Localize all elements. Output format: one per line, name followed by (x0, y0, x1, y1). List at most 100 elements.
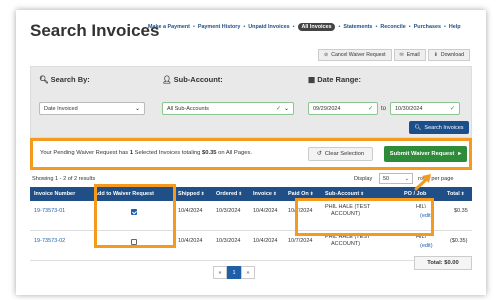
download-icon: ⬇ (433, 52, 438, 58)
invoice-number-link[interactable]: 19-73573-02 (34, 238, 65, 245)
nav-unpaid-invoices[interactable]: Unpaid Invoices (248, 24, 289, 30)
check-icon: ✓ (449, 106, 455, 112)
sub-account-line-1: PHIL HALE (TEST (325, 234, 371, 240)
po-edit-link[interactable]: (edit) (420, 213, 433, 220)
nav-all-invoices[interactable]: All Invoices (297, 23, 336, 31)
arrow-pointer-icon (414, 174, 431, 191)
nav-purchases[interactable]: Purchases (414, 24, 441, 30)
cancel-waiver-button[interactable]: ⊘ Cancel Waiver Request (318, 49, 392, 61)
pending-waiver-message: Your Pending Waiver Request has 1 Select… (40, 150, 252, 156)
pending-waiver-banner: Your Pending Waiver Request has 1 Select… (30, 138, 472, 170)
page-title: Search Invoices (30, 21, 160, 40)
col-sub-account[interactable]: Sub-Account ⬍ (325, 187, 364, 201)
sort-icon: ⬍ (360, 191, 365, 196)
action-toolbar: ⊘ Cancel Waiver Request ✉ Email ⬇ Downlo… (318, 49, 470, 61)
nav-make-payment[interactable]: Make a Payment (148, 24, 190, 30)
table-row: 19-73573-01 10/4/2024 10/3/2024 10/4/202… (30, 201, 472, 231)
sort-icon: ⬍ (200, 191, 205, 196)
chevron-down-icon: ⌄ (134, 106, 140, 112)
invoice-total: $0.35 (454, 208, 468, 214)
nav-statements[interactable]: Statements (343, 24, 372, 30)
date-from-field[interactable]: 09/29/2024 ✓ (308, 102, 378, 115)
nav-separator: • (243, 24, 246, 30)
pager-page-1[interactable]: 1 (227, 266, 241, 279)
date-to-field[interactable]: 10/30/2024 ✓ (390, 102, 460, 115)
col-paid-on-label: Paid On (288, 191, 309, 197)
ban-icon: ⊘ (324, 52, 329, 58)
table-header: Invoice Number Add to Waiver Request Shi… (30, 187, 472, 201)
pending-amount: $0.35 (202, 150, 217, 156)
waiver-checkbox[interactable] (131, 209, 137, 215)
invoice-date: 10/4/2024 (253, 208, 278, 214)
col-total-label: Total (447, 191, 460, 197)
nav-separator: • (443, 24, 446, 30)
download-label: Download (440, 52, 464, 58)
search-by-label: 🔍︎ Search By: (39, 75, 90, 84)
email-label: Email (406, 52, 420, 58)
sort-icon: ⬍ (309, 191, 314, 196)
nav-reconcile[interactable]: Reconcile (380, 24, 405, 30)
col-ordered-label: Ordered (216, 191, 238, 197)
chevron-down-icon: ⌄ (404, 175, 409, 182)
filter-panel: 🔍︎ Search By: Date Invoiced ⌄ 👤︎ Sub-Acc… (30, 66, 472, 138)
caret-right-icon: ▸ (458, 151, 462, 157)
check-icon: ✓ (275, 106, 281, 112)
waiver-checkbox[interactable] (131, 239, 137, 245)
sort-icon: ⬍ (460, 191, 465, 196)
date-to-separator: to (381, 106, 387, 112)
sub-account-text: Sub-Account: (173, 75, 223, 84)
sub-account-name: PHIL HALE (TEST ACCOUNT) (325, 204, 370, 218)
search-by-value: Date Invoiced (44, 105, 78, 112)
date-range-text: Date Range: (317, 75, 361, 84)
invoice-date: 10/4/2024 (253, 238, 278, 244)
po-edit-link[interactable]: (edit) (420, 243, 433, 250)
col-invoice-number[interactable]: Invoice Number (34, 187, 75, 201)
col-sub-account-label: Sub-Account (325, 191, 360, 197)
nav-separator: • (338, 24, 341, 30)
email-button[interactable]: ✉ Email (393, 49, 426, 61)
date-range-label: ▦ Date Range: (308, 75, 361, 84)
search-by-select[interactable]: Date Invoiced ⌄ (39, 102, 145, 115)
search-invoices-button[interactable]: 🔍︎ Search Invoices (409, 121, 469, 134)
pending-middle: Selected Invoices totaling (133, 150, 203, 156)
results-summary: Showing 1 - 2 of 2 results (32, 176, 96, 182)
clear-selection-button[interactable]: ↺ Clear Selection (308, 147, 373, 161)
col-invoice-number-label: Invoice Number (34, 191, 76, 197)
user-icon: 👤︎ (162, 75, 172, 84)
shipped-date: 10/4/2024 (178, 208, 203, 214)
pager-prev[interactable]: « (213, 266, 227, 279)
pager-next[interactable]: » (241, 266, 255, 279)
search-invoices-label: Search Invoices (424, 124, 464, 131)
nav-payment-history[interactable]: Payment History (198, 24, 241, 30)
invoice-number-link[interactable]: 19-73573-01 (34, 208, 65, 215)
col-ordered[interactable]: Ordered ⬍ (216, 187, 242, 201)
search-icon: 🔍︎ (414, 124, 422, 131)
submit-waiver-button[interactable]: Submit Waiver Request ▸ (384, 146, 467, 162)
nav-separator: • (408, 24, 411, 30)
rows-per-page-value: 50 (383, 175, 390, 182)
sub-account-line-1: PHIL HALE (TEST (325, 204, 371, 210)
pending-suffix: on All Pages. (216, 150, 252, 156)
po-job-value: HIL\ (416, 234, 427, 240)
download-button[interactable]: ⬇ Download (427, 49, 470, 61)
table-row: 19-73573-02 10/4/2024 10/3/2024 10/4/202… (30, 231, 472, 261)
rows-per-page-select[interactable]: 50 ⌄ (379, 173, 413, 184)
sub-account-value: All Sub-Accounts (167, 105, 209, 112)
ordered-date: 10/3/2024 (216, 208, 241, 214)
envelope-icon: ✉ (399, 52, 404, 58)
sub-account-label: 👤︎ Sub-Account: (162, 75, 223, 84)
col-paid-on[interactable]: Paid On ⬍ (288, 187, 314, 201)
po-job-value: HIL\ (416, 204, 427, 210)
calendar-icon: ▦ (308, 75, 316, 84)
shipped-date: 10/4/2024 (178, 238, 203, 244)
search-by-text: Search By: (50, 75, 90, 84)
col-shipped-label: Shipped (178, 191, 200, 197)
search-icon: 🔍︎ (39, 75, 49, 84)
sub-account-select[interactable]: All Sub-Accounts ✓ ⌄ (162, 102, 294, 115)
undo-icon: ↺ (316, 151, 322, 157)
col-shipped[interactable]: Shipped ⬍ (178, 187, 204, 201)
col-total[interactable]: Total ⬍ (447, 187, 465, 201)
nav-help[interactable]: Help (449, 24, 461, 30)
col-invoice[interactable]: Invoice ⬍ (253, 187, 277, 201)
pending-prefix: Your Pending Waiver Request has (40, 150, 130, 156)
